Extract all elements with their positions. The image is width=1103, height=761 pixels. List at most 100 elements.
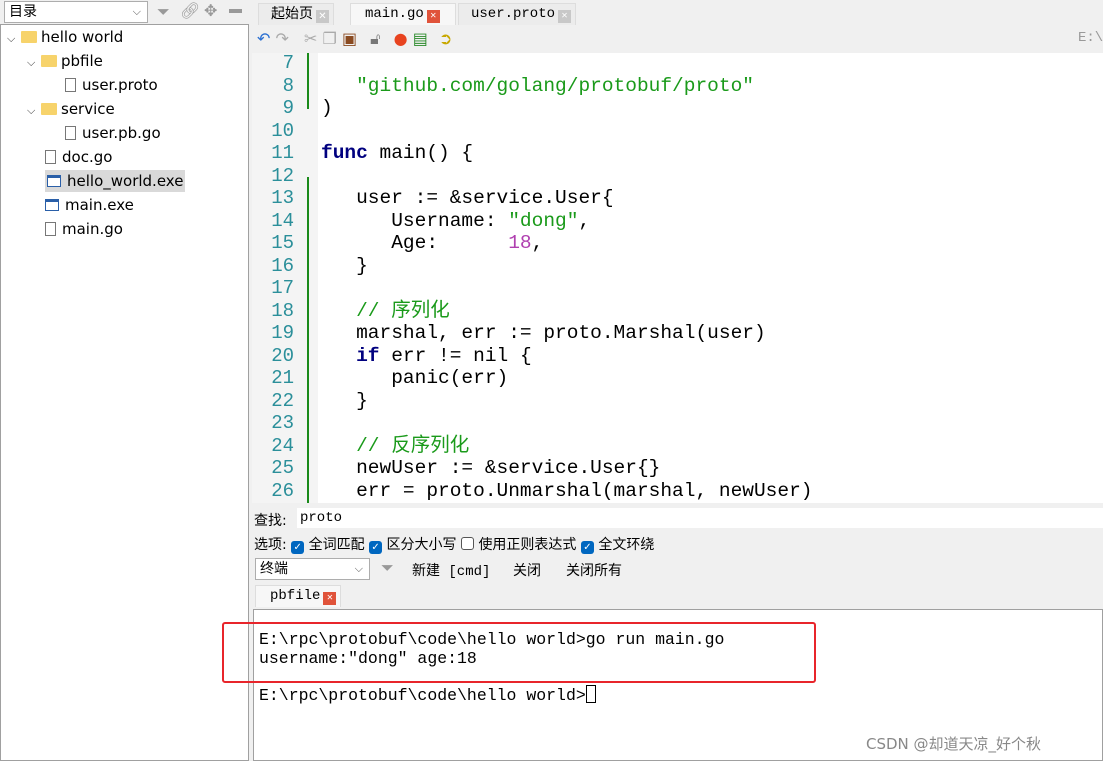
folder-icon: [41, 103, 57, 115]
tree-item[interactable]: doc.go: [45, 146, 112, 168]
console-tab-pbfile[interactable]: pbfile ✕: [255, 585, 342, 607]
line-number: 18: [271, 299, 294, 322]
tree-item[interactable]: ⌵ service: [27, 98, 115, 120]
code-line: if err != nil {: [356, 344, 532, 367]
file-icon: [45, 222, 56, 236]
tree-item[interactable]: ⌵ hello world: [7, 26, 123, 48]
filter-icon[interactable]: ⏷: [157, 2, 170, 22]
editor-toolbar: ↶ ↷ ✂ ❐ ▣ 🔓︎ ● ▤ ➲: [257, 29, 452, 49]
sidebar-view-dropdown[interactable]: 目录 ⌵: [4, 1, 148, 23]
close-button[interactable]: 关闭: [513, 560, 541, 580]
code-line: // 反序列化: [356, 434, 470, 457]
line-number: 24: [271, 434, 294, 457]
tree-item-label: main.exe: [65, 196, 134, 214]
go-icon[interactable]: ➲: [439, 29, 452, 48]
tree-item[interactable]: ⌵ pbfile: [27, 50, 103, 72]
tree-item-label: user.proto: [82, 76, 158, 94]
line-number: 10: [271, 119, 294, 142]
tree-item[interactable]: user.pb.go: [65, 122, 161, 144]
tree-item-label: hello_world.exe: [67, 172, 184, 190]
tree-item-label: pbfile: [61, 52, 103, 70]
chevron-down-icon[interactable]: ⌵: [27, 100, 41, 122]
change-bar: [307, 177, 309, 503]
dropdown-value: 目录: [9, 4, 37, 20]
option-label: 全词匹配: [308, 537, 365, 553]
line-number: 11: [271, 142, 294, 164]
watermark: CSDN @却道天凉_好个秋: [866, 735, 1042, 753]
tab-main-go[interactable]: main.go ✕: [350, 3, 456, 25]
line-number: 16: [271, 254, 294, 277]
code-line: Age: 18,: [321, 232, 544, 254]
paste-icon[interactable]: ▣: [342, 29, 357, 48]
line-number: 12: [271, 164, 294, 187]
line-number: 19: [271, 322, 294, 344]
checkbox-match-case[interactable]: ✓: [369, 541, 383, 554]
filter-icon[interactable]: ⏷: [381, 558, 394, 578]
checkbox-regex[interactable]: [460, 537, 474, 550]
tree-item[interactable]: user.proto: [65, 74, 158, 96]
tree-item-label: main.go: [62, 220, 123, 238]
new-cmd-button[interactable]: 新建 [cmd]: [412, 560, 490, 580]
chevron-down-icon[interactable]: ⌵: [7, 28, 21, 50]
tab-label: main.go: [365, 6, 424, 22]
line-number: 13: [271, 187, 294, 209]
tree-item-label: hello world: [41, 28, 124, 46]
file-icon: [45, 150, 56, 164]
copy-icon[interactable]: ❐: [323, 29, 337, 48]
close-icon[interactable]: ✕: [316, 10, 329, 23]
tree-item-label: user.pb.go: [82, 124, 161, 142]
option-label: 全文环绕: [598, 537, 655, 553]
executable-icon: [47, 175, 61, 187]
line-number: 15: [271, 232, 294, 254]
option-label: 区分大小写: [386, 537, 457, 553]
link-icon[interactable]: 🔗︎: [180, 1, 200, 20]
folder-icon: [21, 31, 37, 43]
move-icon[interactable]: ✥: [204, 1, 217, 20]
run-file-icon[interactable]: ▤: [413, 29, 428, 48]
code-line: err = proto.Unmarshal(marshal, newUser): [321, 479, 813, 502]
cursor: [585, 685, 596, 703]
close-icon[interactable]: ✕: [558, 10, 572, 23]
chevron-down-icon: ⌵: [354, 562, 363, 575]
close-all-button[interactable]: 关闭所有: [566, 560, 622, 580]
checkbox-whole-word[interactable]: ✓: [291, 541, 305, 554]
line-number: 25: [271, 457, 294, 479]
chevron-down-icon[interactable]: ⌵: [27, 52, 41, 74]
code-line: panic(err): [321, 367, 509, 389]
find-input[interactable]: proto: [297, 508, 1103, 528]
code-line: ): [321, 97, 333, 119]
tree-item[interactable]: hello_world.exe: [45, 170, 186, 192]
close-icon[interactable]: ✕: [426, 10, 440, 23]
line-number: 23: [271, 412, 294, 434]
code-line: newUser := &service.User{}: [321, 457, 661, 479]
line-number: 14: [271, 209, 294, 232]
close-icon[interactable]: ✕: [323, 592, 337, 605]
collapse-icon[interactable]: [229, 9, 242, 13]
line-number: 9: [282, 97, 294, 119]
code-line: user := &service.User{: [321, 187, 614, 209]
executable-icon: [45, 199, 59, 211]
option-label: 使用正则表达式: [478, 537, 577, 553]
cut-icon[interactable]: ✂: [304, 29, 317, 48]
tab-start-page[interactable]: 起始页 ✕: [258, 3, 334, 25]
console-type-dropdown[interactable]: 终端 ⌵: [255, 558, 370, 580]
find-label: 查找:: [254, 513, 287, 529]
tab-user-proto[interactable]: user.proto ✕: [458, 3, 577, 25]
code-line: "github.com/golang/protobuf/proto": [356, 74, 754, 97]
line-number: 26: [271, 479, 294, 502]
code-editor[interactable]: 7 8 9 10 11 12 13 14 15 16 17 18 19 20 21 22 23 24 25 26 "g…: [252, 53, 1103, 503]
tab-label: user.proto: [471, 6, 556, 22]
line-number: 7: [282, 53, 294, 74]
checkbox-wrap-around[interactable]: ✓: [580, 541, 594, 554]
tree-item[interactable]: main.go: [45, 218, 123, 240]
tree-item[interactable]: main.exe: [45, 194, 134, 216]
lock-icon[interactable]: 🔓︎: [370, 29, 380, 48]
find-value: proto: [300, 510, 343, 526]
highlight-box: [222, 622, 816, 683]
record-icon[interactable]: ●: [394, 29, 408, 48]
redo-icon[interactable]: ↷: [276, 29, 289, 48]
undo-icon[interactable]: ↶: [257, 29, 270, 48]
terminal-prompt-line: E:\rpc\protobuf\code\hello world>: [259, 685, 596, 705]
code-line: }: [321, 254, 368, 277]
tab-label: 起始页: [271, 6, 313, 22]
